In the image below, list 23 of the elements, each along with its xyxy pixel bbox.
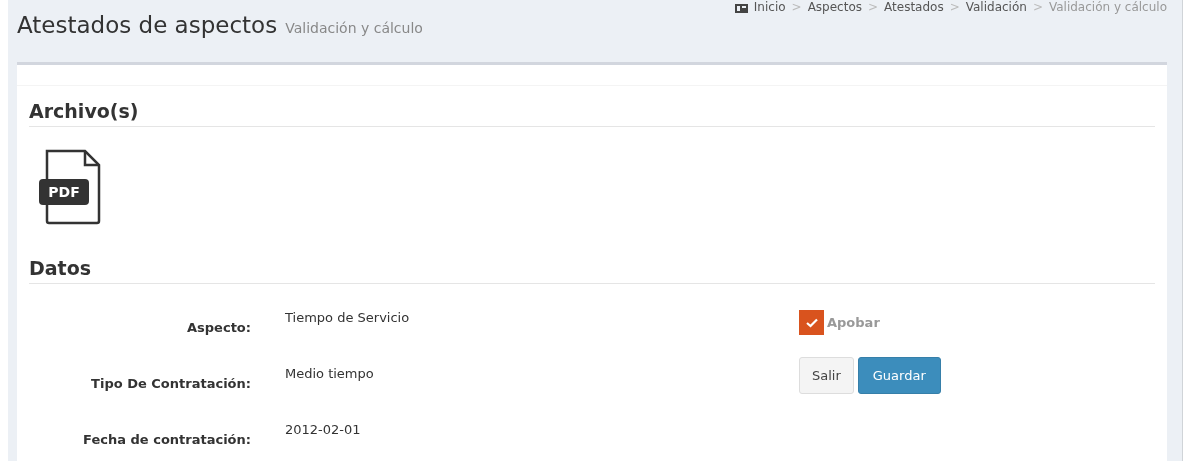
section-heading: Archivo(s)	[29, 86, 1155, 127]
field-value: 2012-02-01	[285, 421, 361, 439]
page-title: Atestados de aspectos	[17, 12, 278, 38]
approve-checkbox[interactable]	[799, 310, 824, 335]
breadcrumb-separator: >	[949, 0, 960, 14]
field-value: Tiempo de Servicio	[285, 309, 410, 327]
breadcrumb-separator: >	[868, 0, 879, 14]
checkbox-label: Apobar	[827, 315, 880, 330]
field-label: Tipo De Contratación:	[90, 375, 251, 393]
breadcrumb-separator: >	[791, 0, 802, 14]
field-value: Medio tiempo	[285, 365, 374, 383]
section-heading: Datos	[29, 243, 1155, 284]
check-icon	[805, 317, 818, 328]
breadcrumb-link[interactable]: Atestados	[884, 0, 944, 14]
breadcrumb-link[interactable]: Validación	[965, 0, 1027, 14]
field-label: Fecha de contratación:	[82, 431, 251, 449]
page-subtitle: Validación y cálculo	[285, 20, 423, 36]
save-button[interactable]: Guardar	[857, 357, 941, 394]
field-label: Aspecto:	[186, 319, 251, 337]
breadcrumb-link[interactable]: Aspectos	[807, 0, 862, 14]
breadcrumb-link[interactable]: Inicio	[753, 0, 786, 14]
exit-button[interactable]: Salir	[799, 357, 854, 394]
breadcrumb-separator: >	[1032, 0, 1043, 14]
